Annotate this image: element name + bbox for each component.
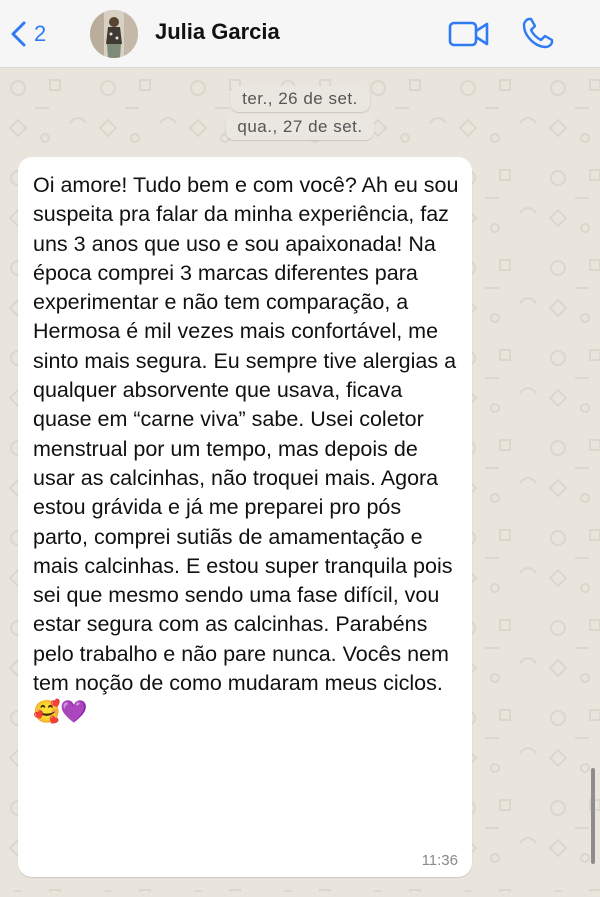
phone-icon[interactable]	[520, 15, 556, 51]
video-camera-icon[interactable]	[448, 18, 490, 50]
date-separator: ter., 26 de set.	[230, 86, 370, 112]
chevron-left-icon	[11, 21, 26, 47]
avatar-photo	[90, 10, 138, 58]
scrollbar[interactable]	[591, 768, 595, 864]
message-text: Oi amore! Tudo bem e com você? Ah eu sou…	[33, 171, 462, 728]
message-body: Oi amore! Tudo bem e com você? Ah eu sou…	[33, 173, 459, 696]
message-timestamp: 11:36	[421, 852, 458, 869]
message-emojis: 🥰💜	[33, 700, 88, 726]
incoming-message-bubble[interactable]: Oi amore! Tudo bem e com você? Ah eu sou…	[18, 157, 472, 877]
date-separator: qua., 27 de set.	[225, 114, 375, 140]
back-button[interactable]: 2	[8, 16, 46, 52]
unread-count: 2	[34, 21, 47, 46]
chat-header: 2 Julia Garcia	[0, 0, 600, 68]
contact-name[interactable]: Julia Garcia	[155, 19, 280, 45]
avatar[interactable]	[90, 10, 138, 58]
